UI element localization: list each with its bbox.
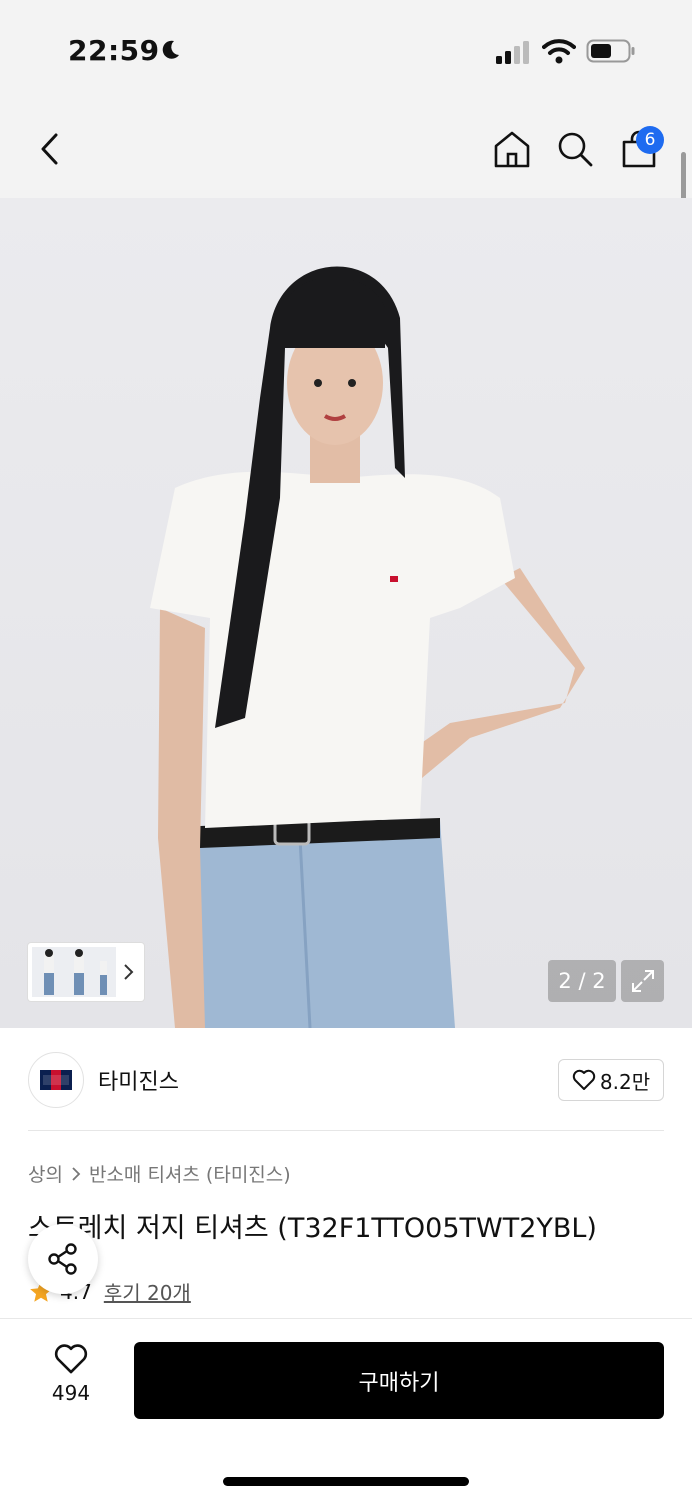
moon-icon [162,40,179,59]
status-time: 22:59 [68,34,160,67]
home-button[interactable] [491,128,533,170]
thumbnail-models-illustration [44,949,107,995]
cart-count-badge: 6 [636,126,664,154]
search-button[interactable] [554,128,596,170]
image-thumbnails[interactable] [28,943,144,1001]
image-counter: 2 / 2 [548,960,616,1002]
breadcrumb-category[interactable]: 상의 [28,1160,63,1187]
reviews-link[interactable]: 후기 20개 [104,1277,191,1306]
brand-name[interactable]: 타미진스 [98,1064,179,1096]
home-indicator [223,1477,469,1486]
battery-icon [586,39,635,63]
search-icon [558,132,593,167]
chevron-right-icon [124,964,134,980]
thumbnail-strip[interactable] [32,947,116,997]
back-button[interactable] [28,128,70,170]
breadcrumb: 상의 반소매 티셔츠 (타미진스) [28,1160,291,1187]
cellular-signal-icon [496,41,529,64]
tommy-flag-logo [40,1070,72,1090]
model-photo-illustration [150,266,585,1028]
chevron-left-icon [41,133,58,165]
brand-like-button[interactable]: 8.2만 [558,1059,664,1101]
thumbnail-next-button[interactable] [116,947,140,997]
product-image[interactable] [0,198,692,1028]
wishlist-button[interactable]: 494 [38,1343,104,1413]
brand-logo[interactable] [28,1052,84,1108]
chevron-right-icon [72,1166,81,1181]
share-button[interactable] [28,1224,98,1294]
buy-button[interactable]: 구매하기 [134,1342,664,1419]
heart-icon [572,1069,596,1090]
share-icon [48,1243,77,1275]
home-icon [494,131,530,168]
wifi-icon [542,39,576,64]
heart-icon [54,1344,88,1374]
breadcrumb-subcategory[interactable]: 반소매 티셔츠 (타미진스) [89,1160,291,1187]
expand-icon [631,970,654,992]
product-title: 스트레치 저지 티셔츠 (T32F1TTO05TWT2YBL) [28,1213,597,1244]
divider [28,1130,664,1131]
brand-like-count: 8.2만 [599,1069,651,1094]
fullscreen-button[interactable] [621,960,664,1002]
wishlist-count: 494 [51,1381,91,1405]
status-bar: 22:59 [0,0,692,100]
